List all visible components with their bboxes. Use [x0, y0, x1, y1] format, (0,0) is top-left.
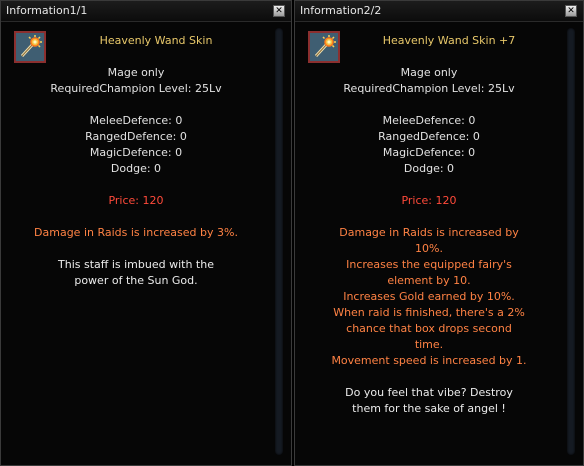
item-details: Heavenly Wand Skin Mage only RequiredCha… — [1, 25, 271, 289]
stat-melee-defence: MeleeDefence: 0 — [382, 114, 476, 127]
item-description: Do you feel that vibe? Destroy — [345, 386, 513, 399]
item-name: Heavenly Wand Skin +7 — [382, 34, 516, 47]
required-level: RequiredChampion Level: 25Lv — [50, 82, 222, 95]
stat-dodge: Dodge: 0 — [403, 162, 455, 175]
item-info-window-2: Information2/2 ✕ Heavenly Wand Skin +7 M… — [294, 0, 584, 466]
item-name: Heavenly Wand Skin — [99, 34, 213, 47]
item-price: Price: 120 — [401, 194, 457, 207]
item-details: Heavenly Wand Skin +7 Mage only Required… — [295, 25, 563, 417]
item-price: Price: 120 — [108, 194, 164, 207]
required-level: RequiredChampion Level: 25Lv — [343, 82, 515, 95]
close-icon[interactable]: ✕ — [565, 5, 577, 17]
item-description: them for the sake of angel ! — [352, 402, 506, 415]
item-info-window-1: Information1/1 ✕ Heavenly Wand Skin Mage… — [0, 0, 292, 466]
item-effect: 10%. — [415, 242, 443, 255]
item-effect: chance that box drops second — [346, 322, 512, 335]
stat-ranged-defence: RangedDefence: 0 — [85, 130, 187, 143]
scrollbar[interactable] — [567, 28, 575, 455]
window-title: Information2/2 — [300, 4, 382, 17]
item-effect: Increases Gold earned by 10%. — [343, 290, 515, 303]
stat-magic-defence: MagicDefence: 0 — [89, 146, 183, 159]
title-bar[interactable]: Information1/1 ✕ — [1, 1, 291, 22]
item-effect: Damage in Raids is increased by — [339, 226, 519, 239]
item-effect: Movement speed is increased by 1. — [331, 354, 527, 367]
item-effect: element by 10. — [387, 274, 471, 287]
stat-dodge: Dodge: 0 — [110, 162, 162, 175]
item-effect: Increases the equipped fairy's — [346, 258, 512, 271]
scrollbar[interactable] — [275, 28, 283, 455]
close-icon[interactable]: ✕ — [273, 5, 285, 17]
class-restriction: Mage only — [400, 66, 458, 79]
title-bar[interactable]: Information2/2 ✕ — [295, 1, 583, 22]
stat-melee-defence: MeleeDefence: 0 — [89, 114, 183, 127]
stat-magic-defence: MagicDefence: 0 — [382, 146, 476, 159]
item-effect: time. — [414, 338, 444, 351]
item-description: This staff is imbued with the — [58, 258, 214, 271]
stat-ranged-defence: RangedDefence: 0 — [378, 130, 480, 143]
item-effect: When raid is finished, there's a 2% — [333, 306, 525, 319]
window-title: Information1/1 — [6, 4, 88, 17]
class-restriction: Mage only — [107, 66, 165, 79]
item-description: power of the Sun God. — [74, 274, 198, 287]
item-effect: Damage in Raids is increased by 3%. — [34, 226, 238, 239]
